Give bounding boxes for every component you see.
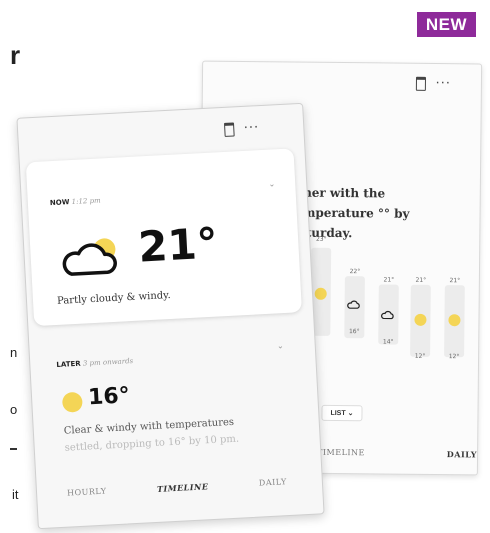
tab-daily[interactable]: DAILY	[447, 449, 477, 459]
more-options-icon[interactable]: ···	[435, 76, 451, 91]
later-heading: LATER	[56, 359, 81, 370]
card-toolbar: ···	[415, 76, 451, 91]
partly-cloudy-icon	[62, 238, 117, 276]
trash-icon[interactable]	[415, 76, 426, 91]
edge-dash	[10, 448, 17, 450]
sun-icon	[448, 314, 461, 327]
now-panel[interactable]: NOW 1:12 pm ⌄ 21° Partly cloudy & windy.	[25, 148, 302, 327]
high-temp: 22°	[349, 268, 361, 276]
day-column[interactable]: 21° 12°	[441, 239, 467, 439]
now-heading: NOW	[49, 198, 70, 208]
trash-icon[interactable]	[223, 121, 235, 137]
high-temp: 23°	[315, 235, 327, 243]
later-label: LATER 3 pm onwards	[56, 357, 133, 369]
high-temp: 21°	[449, 277, 461, 285]
low-temp: 14°	[382, 338, 394, 346]
high-temp: 21°	[383, 276, 395, 284]
current-conditions: Partly cloudy & windy.	[56, 289, 171, 307]
later-conditions: Clear & windy with temperatures settled,…	[63, 412, 274, 457]
later-time: 3 pm onwards	[82, 357, 134, 368]
low-temp: 12°	[414, 352, 426, 360]
timeline-forecast-card: ··· NOW 1:12 pm ⌄ 21° Partly cloudy & wi…	[16, 102, 325, 530]
now-time: 1:12 pm	[71, 196, 101, 207]
edge-text-fragment: r	[10, 40, 21, 70]
edge-text-fragment: o	[10, 402, 18, 417]
view-tabs: TIMELINE DAILY	[317, 448, 477, 460]
low-temp: 12°	[448, 353, 460, 361]
sun-icon	[414, 313, 427, 326]
new-badge: NEW	[416, 12, 476, 37]
chevron-down-icon[interactable]: ⌄	[277, 341, 284, 350]
now-label: NOW 1:12 pm	[50, 197, 101, 208]
more-options-icon[interactable]: ···	[243, 120, 259, 136]
day-column[interactable]: 21° 14°	[375, 238, 401, 438]
cloud-icon	[381, 310, 394, 320]
sun-icon	[314, 287, 327, 300]
edge-text-fragment: it	[12, 487, 19, 502]
edge-text-fragment: n	[10, 345, 18, 360]
tab-daily[interactable]: DAILY	[259, 477, 287, 488]
sun-icon	[61, 391, 83, 413]
chevron-down-icon[interactable]: ⌄	[268, 179, 275, 188]
cloud-icon	[347, 300, 360, 309]
tab-hourly[interactable]: HOURLY	[67, 487, 107, 499]
later-temperature: 16°	[87, 383, 131, 411]
day-column[interactable]: 21° 12°	[407, 239, 433, 439]
tab-timeline[interactable]: TIMELINE	[317, 448, 365, 459]
low-temp: 16°	[348, 328, 360, 336]
high-temp: 21°	[415, 276, 427, 284]
list-toggle-button[interactable]: LIST ⌄	[321, 404, 363, 422]
card-toolbar: ···	[223, 120, 260, 137]
current-temperature: 21°	[137, 218, 219, 272]
